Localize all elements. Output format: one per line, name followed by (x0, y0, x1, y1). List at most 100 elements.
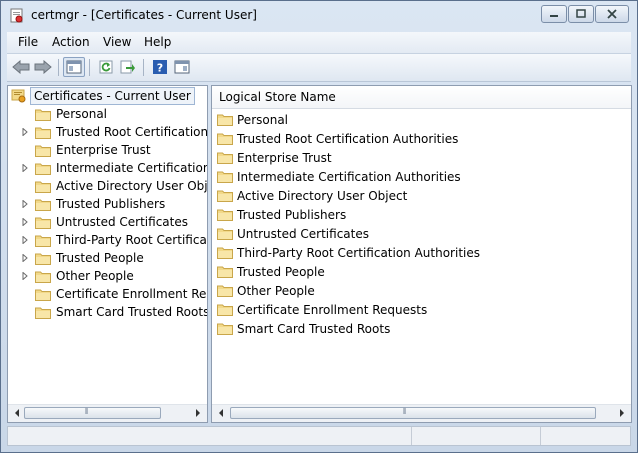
list-item-label: Trusted People (237, 264, 325, 279)
toolbar: ? (7, 54, 631, 82)
list-item-label: Intermediate Certification Authorities (237, 169, 461, 184)
expand-arrow-icon[interactable] (20, 253, 30, 263)
list-item-label: Enterprise Trust (237, 150, 332, 165)
menu-help[interactable]: Help (144, 35, 171, 49)
title-bar[interactable]: certmgr - [Certificates - Current User] (1, 1, 637, 31)
back-arrow-icon[interactable] (10, 57, 32, 77)
folder-icon (217, 303, 233, 316)
help-icon[interactable]: ? (149, 57, 171, 77)
list-item[interactable]: Third-Party Root Certification Authoriti… (217, 243, 480, 262)
list-item[interactable]: Other People (217, 281, 315, 300)
tree-item[interactable]: Trusted Publishers (8, 195, 165, 213)
list-item[interactable]: Trusted Publishers (217, 205, 346, 224)
menu-view[interactable]: View (103, 35, 131, 49)
status-bar (7, 426, 631, 446)
export-list-icon[interactable] (117, 57, 139, 77)
expand-arrow-icon[interactable] (20, 235, 30, 245)
scroll-left-icon[interactable] (13, 409, 21, 417)
tree-item-label: Trusted People (56, 251, 144, 265)
tree-item-label: Certificate Enrollment Reques (56, 287, 207, 301)
tree-item[interactable]: Personal (8, 105, 107, 123)
tree-root[interactable]: Certificates - Current User (11, 87, 195, 105)
close-button[interactable] (595, 5, 629, 23)
list-item[interactable]: Intermediate Certification Authorities (217, 167, 461, 186)
scroll-right-icon[interactable] (618, 409, 626, 417)
tree-item[interactable]: Enterprise Trust (8, 141, 151, 159)
list-item[interactable]: Certificate Enrollment Requests (217, 300, 427, 319)
tree-horizontal-scrollbar[interactable]: ⦀ (8, 404, 207, 422)
folder-icon (217, 189, 233, 202)
list-item-label: Smart Card Trusted Roots (237, 321, 391, 336)
forward-arrow-icon[interactable] (32, 57, 54, 77)
expand-arrow-icon[interactable] (20, 217, 30, 227)
tree-item[interactable]: Untrusted Certificates (8, 213, 188, 231)
expand-arrow-icon[interactable] (20, 271, 30, 281)
tree-item-label: Active Directory User Object (56, 179, 208, 193)
tree-item[interactable]: Trusted People (8, 249, 144, 267)
list-item-label: Trusted Publishers (237, 207, 347, 222)
expand-arrow-icon[interactable] (20, 199, 30, 209)
tree-scroll-thumb[interactable] (24, 407, 161, 419)
list-item-label: Trusted Root Certification Authorities (237, 131, 459, 146)
tree-item[interactable]: Third-Party Root Certification (8, 231, 207, 249)
tree-item[interactable]: Certificate Enrollment Reques (8, 285, 207, 303)
menu-file[interactable]: File (18, 35, 38, 49)
certificate-app-icon (9, 8, 25, 24)
maximize-button[interactable] (568, 5, 594, 23)
folder-icon (217, 151, 233, 164)
list-pane[interactable]: Logical Store Name Personal Trusted Root … (211, 85, 632, 423)
column-header-logical-store-name[interactable]: Logical Store Name (212, 86, 631, 109)
tree-item[interactable]: Trusted Root Certification Au (8, 123, 207, 141)
folder-icon (217, 227, 233, 240)
tree-item-label: Untrusted Certificates (56, 215, 188, 229)
svg-text:?: ? (157, 62, 163, 75)
folder-icon (217, 132, 233, 145)
tree-pane[interactable]: Certificates - Current User Personal Trus… (7, 85, 208, 423)
tree-item-label: Smart Card Trusted Roots (56, 305, 208, 319)
tree-item-label: Personal (56, 107, 108, 121)
list-item[interactable]: Enterprise Trust (217, 148, 332, 167)
folder-icon (35, 180, 51, 193)
minimize-button[interactable] (541, 5, 567, 23)
expand-arrow-icon[interactable] (20, 127, 30, 137)
folder-icon (35, 270, 51, 283)
list-item[interactable]: Personal (217, 110, 288, 129)
list-horizontal-scrollbar[interactable]: ⦀ (212, 404, 631, 422)
tree-item[interactable]: Smart Card Trusted Roots (8, 303, 208, 321)
folder-icon (217, 246, 233, 259)
show-hide-tree-icon[interactable] (63, 57, 85, 77)
tree-item-label: Trusted Publishers (56, 197, 166, 211)
expand-arrow-icon[interactable] (20, 163, 30, 173)
folder-icon (35, 306, 51, 319)
menu-bar: File Action View Help (7, 32, 631, 54)
tree-item[interactable]: Active Directory User Object (8, 177, 208, 195)
list-scroll-thumb[interactable] (230, 407, 596, 419)
tree-item-label: Other People (56, 269, 134, 283)
menu-action[interactable]: Action (52, 35, 90, 49)
tree-item[interactable]: Other People (8, 267, 134, 285)
list-item[interactable]: Trusted Root Certification Authorities (217, 129, 458, 148)
list-item[interactable]: Smart Card Trusted Roots (217, 319, 390, 338)
folder-icon (217, 322, 233, 335)
list-item[interactable]: Untrusted Certificates (217, 224, 369, 243)
properties-icon[interactable] (171, 57, 193, 77)
list-item-label: Personal (237, 112, 289, 127)
list-item-label: Other People (237, 283, 315, 298)
scroll-right-icon[interactable] (194, 409, 202, 417)
status-cell (411, 427, 412, 445)
tree-item[interactable]: Intermediate Certification Au (8, 159, 207, 177)
folder-icon (35, 162, 51, 175)
list-item-label: Untrusted Certificates (237, 226, 369, 241)
folder-icon (35, 126, 51, 139)
folder-icon (217, 170, 233, 183)
list-item[interactable]: Active Directory User Object (217, 186, 407, 205)
scroll-left-icon[interactable] (217, 409, 225, 417)
list-item-label: Third-Party Root Certification Authoriti… (237, 245, 480, 260)
list-item[interactable]: Trusted People (217, 262, 325, 281)
refresh-icon[interactable] (95, 57, 117, 77)
folder-icon (217, 284, 233, 297)
